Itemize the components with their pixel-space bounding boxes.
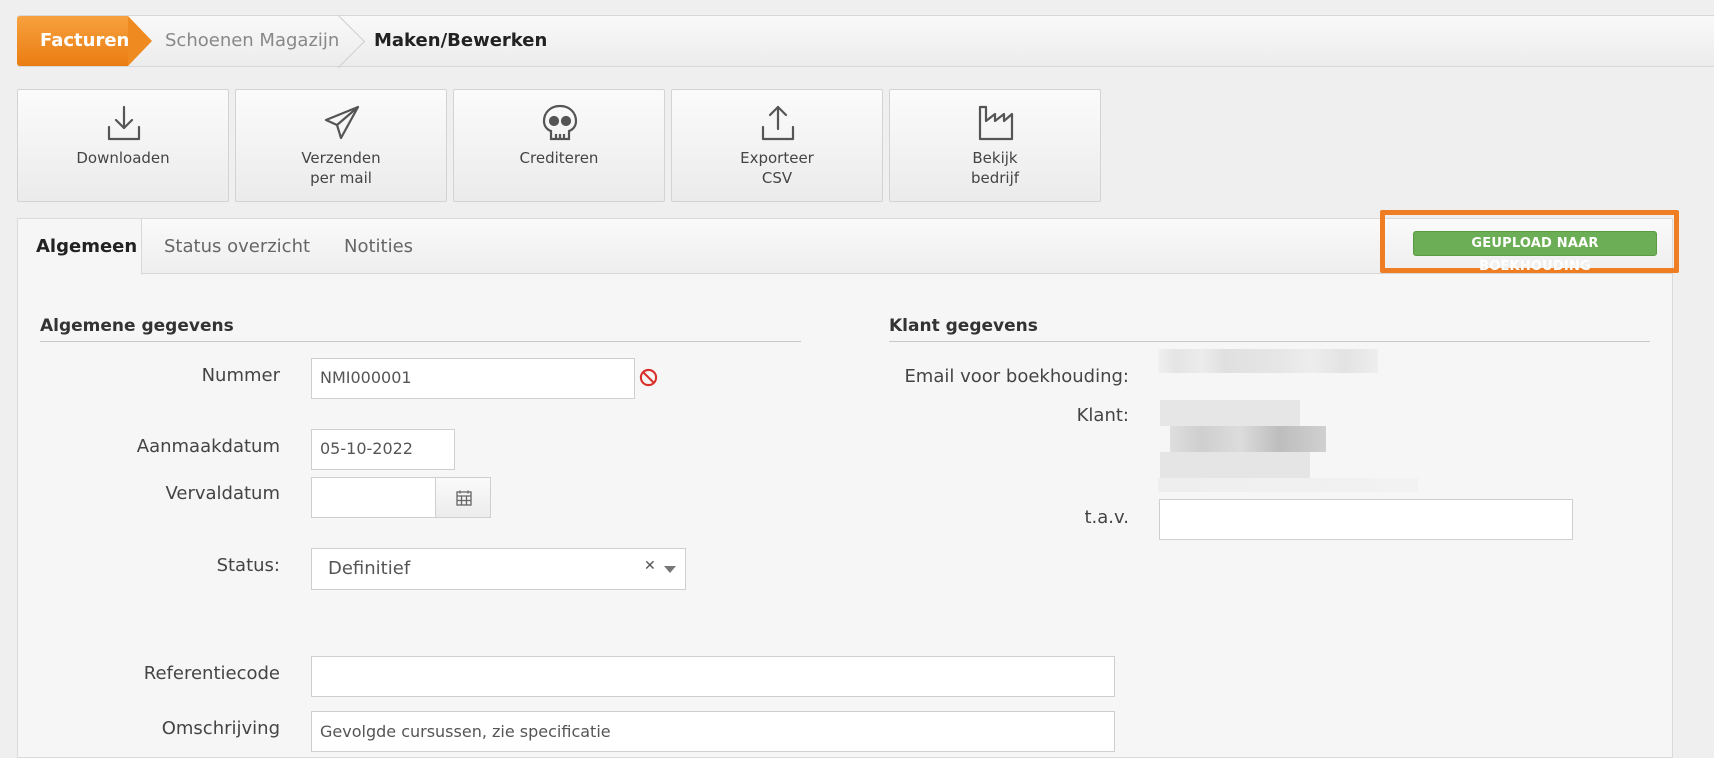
general-section-title: Algemene gegevens [40, 316, 234, 336]
general-section-divider [40, 341, 801, 342]
client-section-title: Klant gegevens [889, 316, 1038, 336]
clear-icon[interactable]: ✕ [644, 558, 656, 574]
accounting-email-value-redacted [1158, 349, 1378, 373]
created-date-label: Aanmaakdatum [136, 436, 280, 457]
ban-icon[interactable] [639, 368, 658, 387]
download-button[interactable]: Downloaden [17, 89, 229, 202]
client-section-divider [889, 341, 1650, 342]
number-label: Nummer [201, 365, 280, 386]
attn-label: t.a.v. [1084, 507, 1129, 528]
calendar-button[interactable] [435, 477, 491, 518]
credit-button-label: Crediteren [519, 149, 599, 167]
created-date-input[interactable]: 05-10-2022 [311, 429, 455, 470]
due-date-label: Vervaldatum [165, 483, 280, 504]
accounting-upload-badge: GEUPLOAD NAAR BOEKHOUDING [1413, 231, 1657, 274]
description-label: Omschrijving [161, 718, 280, 739]
breadcrumb-arrow [128, 16, 152, 66]
client-name-redacted [1160, 400, 1300, 426]
reference-label: Referentiecode [143, 663, 280, 684]
view-company-button-label: Bekijk bedrijf [970, 149, 1020, 187]
download-icon [107, 105, 141, 141]
export-csv-button-label: Exporteer CSV [740, 149, 814, 187]
number-input[interactable]: NMI000001 [311, 358, 635, 399]
breadcrumb-item-current: Maken/Bewerken [374, 30, 548, 51]
accounting-email-label: Email voor boekhouding: [904, 366, 1129, 387]
calendar-icon [456, 490, 472, 506]
export-csv-button[interactable]: Exporteer CSV [671, 89, 883, 202]
breadcrumb-item-facturen[interactable]: Facturen [17, 16, 129, 66]
paper-plane-icon [324, 105, 360, 140]
send-mail-button[interactable]: Verzenden per mail [235, 89, 447, 202]
client-city-redacted [1160, 452, 1310, 478]
attn-input[interactable] [1159, 499, 1573, 540]
breadcrumb-separator [338, 14, 374, 68]
due-date-input[interactable] [311, 477, 437, 518]
credit-button[interactable]: Crediteren [453, 89, 665, 202]
view-company-button[interactable]: Bekijk bedrijf [889, 89, 1101, 202]
tab-notities[interactable]: Notities [344, 219, 413, 275]
breadcrumb-item-company[interactable]: Schoenen Magazijn [165, 16, 339, 66]
client-address-redacted [1170, 426, 1326, 452]
client-extra-redacted [1158, 478, 1418, 492]
upload-icon [761, 105, 795, 141]
description-textarea[interactable]: Gevolgde cursussen, zie specificatie [311, 711, 1115, 752]
tab-status-overzicht[interactable]: Status overzicht [164, 219, 310, 275]
download-button-label: Downloaden [76, 149, 170, 167]
status-select[interactable]: Definitief [311, 548, 686, 590]
status-label: Status: [216, 555, 280, 576]
reference-input[interactable] [311, 656, 1115, 697]
chevron-down-icon[interactable] [664, 566, 676, 573]
factory-icon [978, 105, 1014, 141]
skull-icon [542, 104, 578, 141]
tab-algemeen[interactable]: Algemeen [18, 219, 142, 275]
client-label: Klant: [1076, 405, 1129, 426]
send-mail-button-label: Verzenden per mail [301, 149, 381, 187]
breadcrumb: Facturen Schoenen Magazijn Maken/Bewerke… [17, 15, 1714, 67]
